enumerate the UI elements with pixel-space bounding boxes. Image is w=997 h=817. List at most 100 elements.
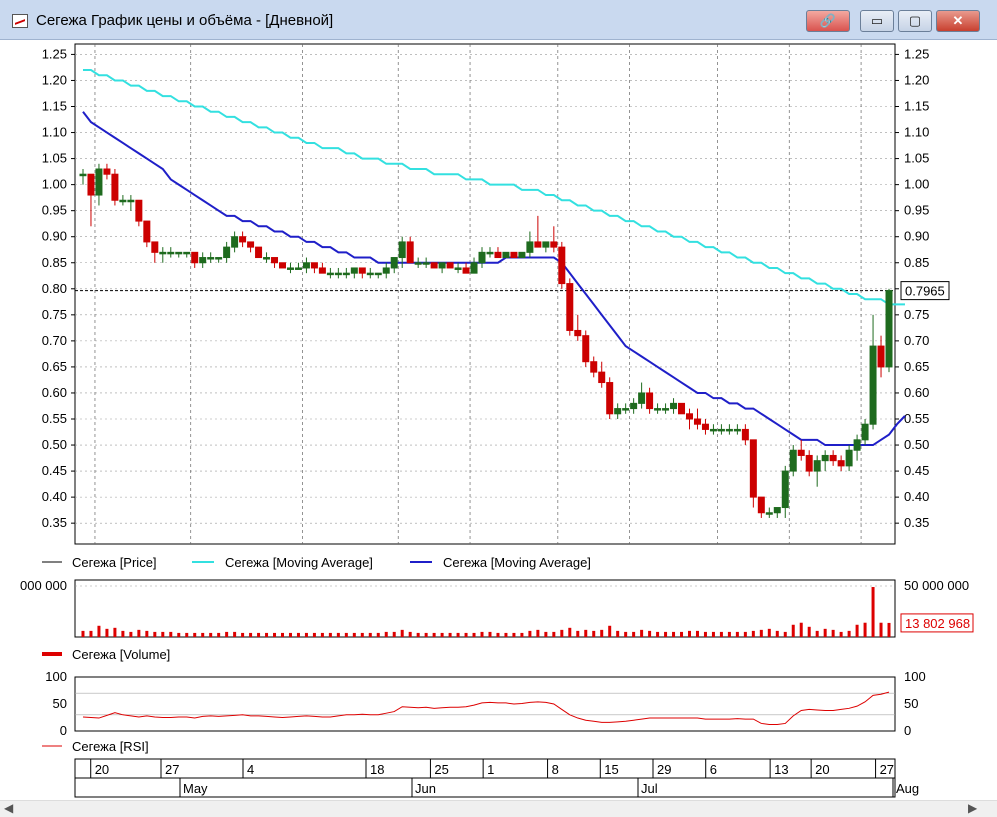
volume-bar	[680, 631, 684, 637]
volume-bar	[376, 632, 380, 637]
candle-body	[462, 267, 470, 274]
volume-bar	[281, 632, 284, 637]
volume-bar	[648, 630, 652, 637]
day-label: 15	[604, 762, 618, 777]
candle-body	[486, 251, 494, 255]
volume-bar	[664, 631, 668, 637]
price-tick-label-right: 1.15	[904, 99, 929, 114]
volume-bar	[735, 631, 739, 637]
candle-body	[701, 423, 709, 430]
month-label: May	[183, 781, 208, 796]
legend-ma-long: Сегежа [Moving Average]	[225, 555, 373, 570]
day-label: 1	[487, 762, 494, 777]
scroll-right-icon[interactable]: ▶	[968, 801, 977, 815]
volume-bar	[97, 625, 101, 637]
volume-bar	[783, 631, 787, 637]
volume-bar	[320, 632, 324, 637]
day-label: 25	[434, 762, 448, 777]
candle-body	[646, 392, 654, 410]
rsi-panel: 100 100 50 50 0 0 Сегежа [RSI]	[42, 669, 926, 754]
price-tick-label-left: 1.15	[42, 99, 67, 114]
candle-body	[797, 449, 805, 456]
volume-bar	[576, 630, 580, 637]
volume-bar	[568, 627, 572, 637]
candle-body	[318, 267, 326, 274]
candle-body	[717, 428, 725, 432]
price-tick-label-left: 0.40	[42, 489, 67, 504]
day-label: 4	[247, 762, 254, 777]
price-volume-chart[interactable]: 1.25 1.25 1.20 1.20 1.15 1.15 1.10 1.10 1.05 1.05…	[0, 0, 997, 800]
volume-bar	[185, 632, 189, 637]
volume-tick-label-right: 50 000 000	[904, 578, 969, 593]
candle-body	[79, 173, 87, 177]
volume-bar	[480, 631, 484, 637]
volume-bar	[440, 632, 444, 637]
volume-bar	[520, 632, 524, 637]
candle-body	[534, 241, 542, 248]
rsi-tick-label-right: 100	[904, 669, 926, 684]
candle-body	[366, 272, 374, 276]
candle-body	[87, 173, 95, 196]
day-label: 27	[880, 762, 894, 777]
volume-bar	[81, 630, 85, 637]
volume-bar	[640, 629, 644, 637]
volume-bar	[504, 632, 508, 637]
candle-body	[542, 241, 550, 248]
volume-bar	[296, 632, 300, 637]
price-tick-label-right: 0.60	[904, 385, 929, 400]
candle-body	[239, 236, 247, 243]
candle-body	[286, 267, 294, 270]
candle-body	[430, 262, 438, 269]
volume-bar	[288, 632, 292, 637]
horizontal-scrollbar[interactable]: ◀ ▶	[0, 800, 997, 817]
candle-body	[566, 283, 574, 331]
candle-body	[622, 408, 630, 411]
candle-body	[135, 199, 143, 222]
volume-bar	[711, 631, 715, 637]
candle-body	[414, 262, 422, 265]
candle-body	[454, 267, 462, 270]
volume-bar	[113, 627, 117, 637]
volume-bar	[656, 631, 660, 637]
price-tick-label-left: 0.55	[42, 411, 67, 426]
volume-bar	[145, 630, 149, 637]
price-tick-label-right: 0.50	[904, 437, 929, 452]
price-tick-label-left: 0.35	[42, 515, 67, 530]
candle-body	[805, 454, 813, 472]
candle-body	[310, 262, 318, 269]
candle-body	[438, 262, 446, 269]
candle-body	[518, 251, 526, 259]
volume-bar	[432, 632, 436, 637]
candle-body	[861, 423, 869, 441]
candle-body	[598, 371, 606, 384]
price-tick-label-right: 0.45	[904, 463, 929, 478]
volume-tick-label-left: 000 000	[20, 578, 67, 593]
candle-body	[606, 382, 614, 415]
candle-body	[693, 418, 701, 425]
day-label: 6	[710, 762, 717, 777]
volume-bar	[312, 632, 316, 637]
volume-bar	[464, 632, 468, 637]
candle-body	[757, 496, 765, 514]
volume-bar	[799, 622, 803, 637]
volume-bar	[672, 631, 676, 637]
volume-bar	[536, 629, 540, 637]
volume-bar	[265, 632, 269, 637]
candle-body	[670, 402, 678, 410]
price-tick-label-right: 0.85	[904, 255, 929, 270]
volume-bar	[831, 629, 835, 637]
volume-bar	[775, 630, 779, 637]
volume-bar	[592, 630, 596, 637]
volume-bar	[209, 632, 213, 637]
volume-bar	[839, 631, 843, 637]
price-tick-label-right: 0.95	[904, 203, 929, 218]
candle-body	[510, 251, 518, 259]
candle-body	[526, 241, 534, 253]
volume-bar	[863, 622, 867, 637]
scroll-left-icon[interactable]: ◀	[4, 801, 13, 815]
volume-bar	[528, 630, 532, 637]
candle-body	[749, 439, 757, 498]
volume-bar	[424, 632, 428, 637]
price-plot-area	[74, 43, 896, 545]
candle-body	[143, 220, 151, 243]
